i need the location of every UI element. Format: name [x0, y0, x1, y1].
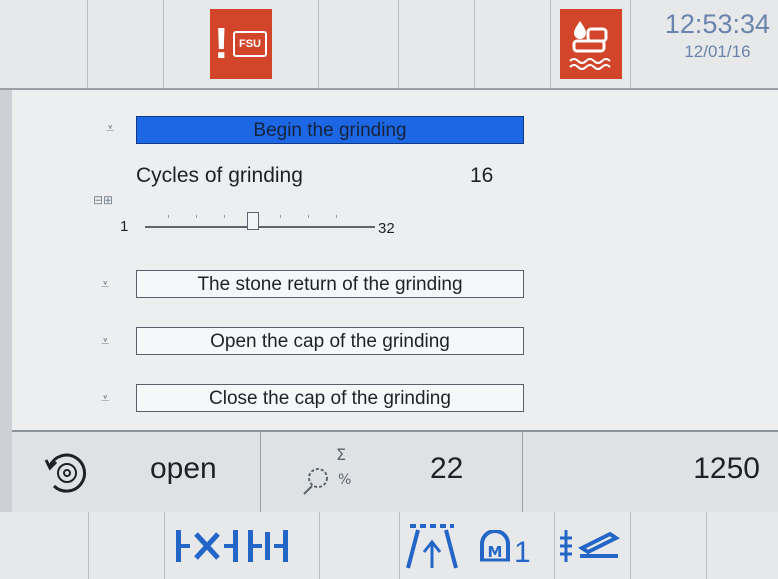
clock: 12:53:34 12/01/16: [665, 8, 770, 64]
clock-date: 12/01/16: [684, 42, 751, 61]
slider-min-label: 1: [120, 218, 129, 235]
grinding-state: open: [150, 452, 217, 485]
height-adjust-icon[interactable]: [558, 526, 624, 566]
grinding-value: 1250: [693, 452, 760, 485]
press-hand-icon: ⩡: [101, 276, 110, 293]
cycles-slider-track[interactable]: [145, 226, 375, 228]
fsu-alert-icon[interactable]: ! FSU: [210, 9, 272, 79]
begin-grinding-button[interactable]: Begin the grinding: [136, 116, 524, 144]
oil-cell[interactable]: [551, 0, 631, 88]
grinding-count-icon: Σ %: [303, 445, 351, 495]
cycles-value: 16: [470, 164, 494, 187]
close-cap-button[interactable]: Close the cap of the grinding: [136, 384, 524, 412]
oil-drop-icon: [568, 21, 611, 70]
top-cell-4: [319, 0, 399, 88]
slider-tick: [168, 215, 169, 218]
status-divider: [260, 432, 261, 512]
stone-return-button[interactable]: The stone return of the grinding: [136, 270, 524, 298]
grinder-icon: [44, 453, 87, 493]
bottom-bar: M 1: [0, 512, 778, 579]
slider-mode-icon: ⊟⊞: [93, 193, 114, 207]
grinding-count: 22: [430, 452, 464, 485]
top-cell-2: [88, 0, 164, 88]
clock-time: 12:53:34: [664, 9, 770, 39]
top-cell-6: [475, 0, 551, 88]
bottom-cell: [319, 512, 400, 579]
slider-tick: [308, 215, 309, 218]
slider-tick: [196, 215, 197, 218]
top-cell-1: [0, 0, 88, 88]
exclamation-icon: !: [214, 19, 229, 68]
bottom-cell: [630, 512, 707, 579]
clamp-open-icon[interactable]: [174, 526, 240, 566]
svg-text:%: %: [338, 472, 351, 488]
status-divider: [522, 432, 523, 512]
top-cell-5: [399, 0, 475, 88]
grinding-status-bar: open Σ % 22 1250: [12, 430, 778, 514]
slider-max-label: 32: [378, 220, 395, 237]
press-hand-icon: ⩡: [101, 333, 110, 350]
slider-tick: [224, 215, 225, 218]
svg-text:Σ: Σ: [336, 445, 346, 464]
slider-tick: [280, 215, 281, 218]
motor-index: 1: [514, 536, 531, 569]
fsu-cell[interactable]: ! FSU: [164, 0, 319, 88]
slider-tick: [336, 215, 337, 218]
svg-text:M: M: [488, 543, 503, 561]
bottom-cell: [88, 512, 165, 579]
motor-m-icon[interactable]: M: [478, 530, 512, 566]
press-hand-icon: ⩡: [106, 120, 115, 137]
top-bar: ! FSU 12:53:34 12/01/16: [0, 0, 778, 90]
clamp-close-icon[interactable]: [246, 526, 290, 566]
open-cap-button[interactable]: Open the cap of the grinding: [136, 327, 524, 355]
lift-arrows-icon[interactable]: [404, 520, 460, 572]
oil-pump-alert-icon[interactable]: [559, 9, 622, 79]
cycles-label: Cycles of grinding: [136, 164, 303, 187]
fsu-chip-label: FSU: [233, 31, 267, 57]
cycles-slider-thumb[interactable]: [247, 212, 259, 230]
press-hand-icon: ⩡: [101, 390, 110, 407]
bottom-cell: [0, 512, 89, 579]
